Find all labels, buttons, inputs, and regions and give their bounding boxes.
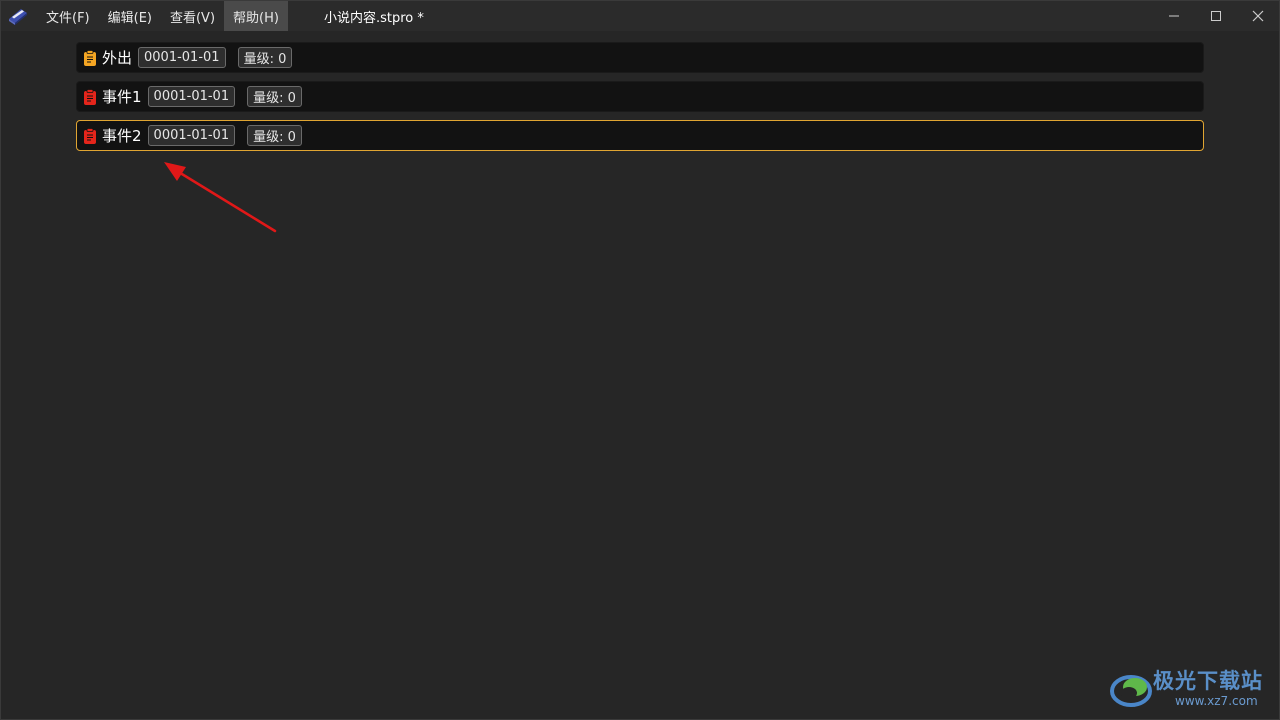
watermark: 极光下载站 www.xz7.com [1109,665,1269,713]
event-level-tag[interactable]: 量级: 0 [247,86,302,107]
watermark-logo-icon [1110,675,1152,707]
menu-edit[interactable]: 编辑(E) [99,1,161,31]
event-date-tag[interactable]: 0001-01-01 [147,86,236,107]
event-row-event1[interactable]: 事件1 0001-01-01 量级: 0 [76,81,1204,112]
menu-file[interactable]: 文件(F) [37,1,99,31]
watermark-text: 极光下载站 [1153,669,1263,693]
maximize-icon [1211,11,1221,21]
event-level-tag[interactable]: 量级: 0 [237,47,293,68]
app-window: 文件(F) 编辑(E) 查看(V) 帮助(H) 小说内容.stpro * 外出 … [0,0,1280,720]
event-date-tag[interactable]: 0001-01-01 [138,47,226,68]
event-row-outing[interactable]: 外出 0001-01-01 量级: 0 [76,42,1204,73]
clipboard-icon [82,88,98,105]
clipboard-icon [82,127,98,144]
event-name: 事件2 [102,127,142,145]
event-date-tag[interactable]: 0001-01-01 [147,125,236,146]
menu-bar: 文件(F) 编辑(E) 查看(V) 帮助(H) [37,1,288,31]
window-controls [1153,1,1279,31]
close-button[interactable] [1237,1,1279,31]
minimize-icon [1169,15,1179,17]
event-row-event2[interactable]: 事件2 0001-01-01 量级: 0 [76,120,1204,151]
maximize-button[interactable] [1195,1,1237,31]
event-name: 事件1 [102,88,142,106]
event-name: 外出 [102,49,133,67]
clipboard-icon [82,49,98,66]
close-icon [1252,10,1264,22]
menu-help[interactable]: 帮助(H) [224,1,288,31]
event-level-tag[interactable]: 量级: 0 [247,125,302,146]
event-list: 外出 0001-01-01 量级: 0 事件1 0001-01-01 量级: 0… [1,31,1279,719]
title-bar: 文件(F) 编辑(E) 查看(V) 帮助(H) 小说内容.stpro * [1,1,1279,31]
minimize-button[interactable] [1153,1,1195,31]
watermark-url: www.xz7.com [1175,694,1258,708]
document-title: 小说内容.stpro * [323,10,424,26]
menu-view[interactable]: 查看(V) [161,1,224,31]
app-logo-icon [7,5,29,27]
